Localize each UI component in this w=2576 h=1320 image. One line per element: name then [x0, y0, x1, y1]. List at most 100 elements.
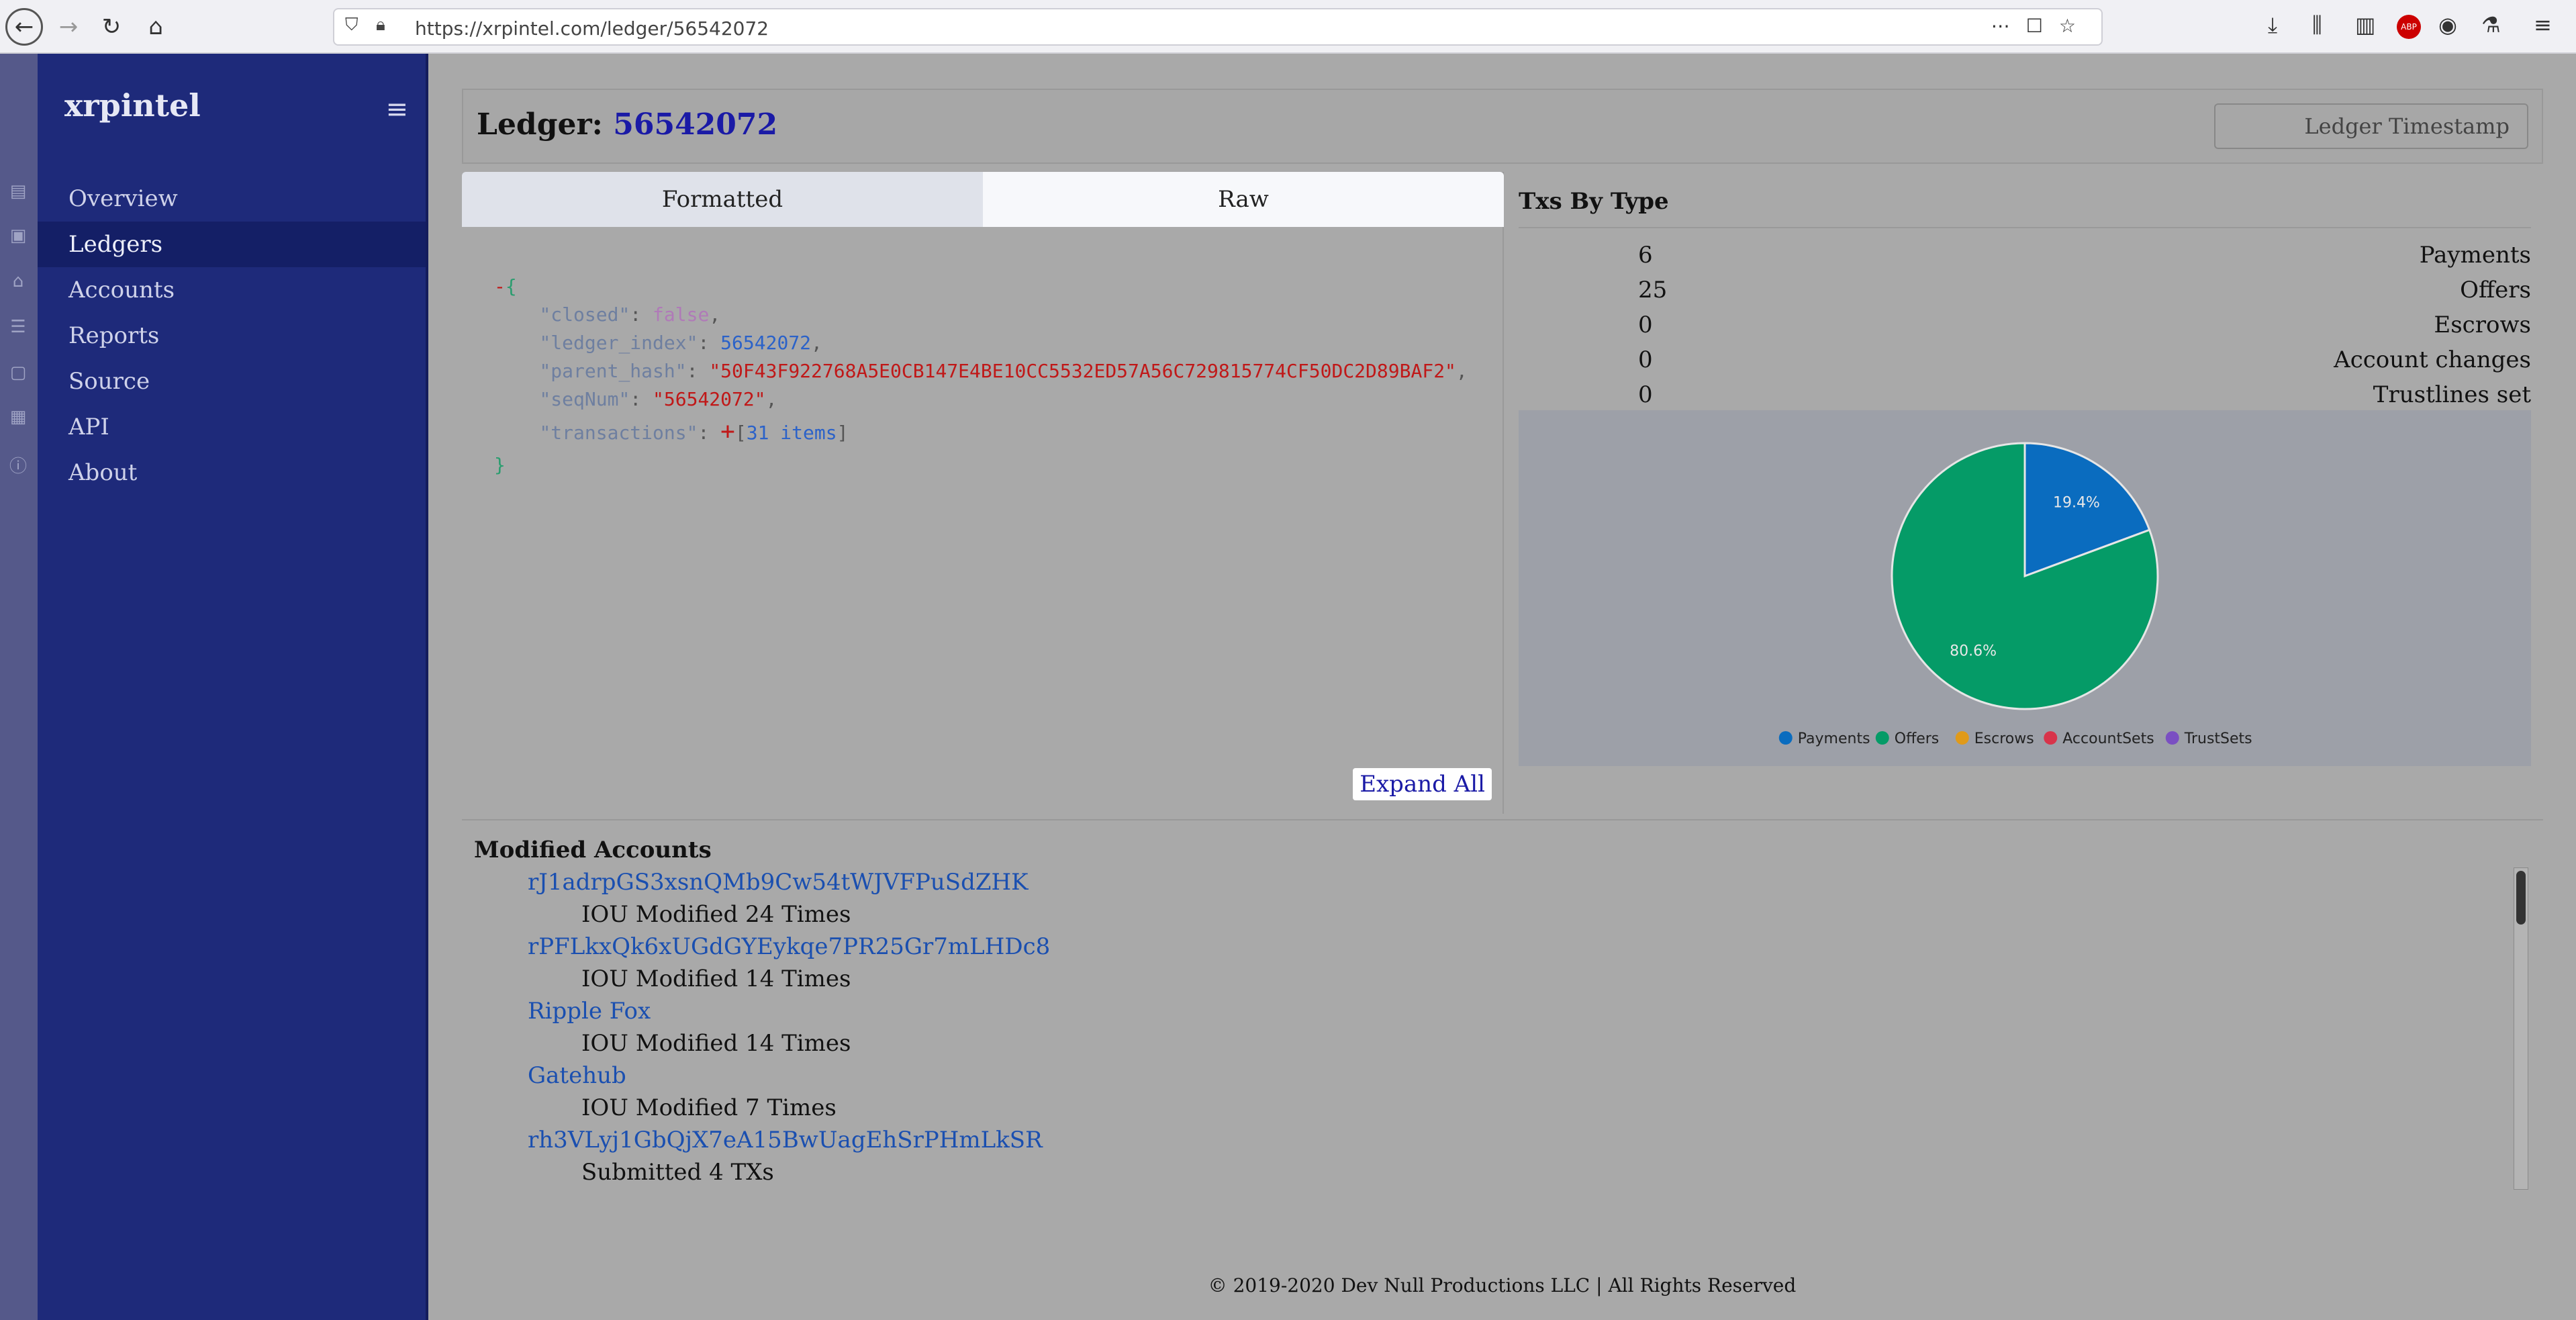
ledger-number: 56542072 [613, 107, 778, 142]
account-link[interactable]: rPFLkxQk6xUGdGYEykqe7PR25Gr7mLHDc8 [528, 931, 2273, 963]
sidebar-item-about[interactable]: About [38, 450, 426, 496]
legend-label: AccountSets [2062, 730, 2154, 747]
legend-swatch [2044, 731, 2058, 745]
home-icon[interactable]: ⌂ [138, 9, 173, 44]
account-icon[interactable]: ◉ [2438, 12, 2457, 38]
txs-title: Txs By Type [1519, 188, 1669, 215]
pie-slice-label: 80.6% [1950, 643, 1997, 660]
json-value: false [653, 303, 710, 326]
tab-raw[interactable]: Raw [983, 172, 1504, 227]
ledger-timestamp-button[interactable]: Ledger Timestamp [2214, 103, 2528, 149]
account-detail: IOU Modified 14 Times [581, 1030, 851, 1057]
account-detail: IOU Modified 7 Times [581, 1094, 837, 1121]
hamburger-icon[interactable]: ≡ [385, 94, 408, 125]
txs-row: 6 Payments [1519, 236, 2531, 271]
icon-rail: ▤ ▣ ⌂ ☰ ▢ ▦ ⓘ [0, 54, 38, 1320]
download-icon[interactable]: ⤓ [2268, 12, 2277, 38]
reload-icon[interactable]: ↻ [94, 9, 129, 44]
adblock-icon[interactable]: ABP [2397, 15, 2421, 39]
clipboard-icon[interactable]: ▣ [8, 226, 28, 246]
account-detail: IOU Modified 24 Times [581, 901, 851, 928]
collapse-toggle[interactable]: - [494, 275, 506, 297]
legend-label: Escrows [1974, 730, 2034, 747]
account-link[interactable]: Ripple Fox [528, 995, 2273, 1027]
legend-swatch [1778, 731, 1793, 745]
sidebar-item-accounts[interactable]: Accounts [38, 267, 426, 313]
legend-item-payments[interactable]: Payments [1778, 730, 1870, 747]
url-text[interactable]: https://xrpintel.com/ledger/56542072 [415, 17, 769, 40]
txs-count: 0 [1638, 346, 1653, 373]
sidebar-item-ledgers[interactable]: Ledgers [38, 222, 426, 267]
txs-table: 6 Payments 25 Offers 0 Escrows 0 Account… [1519, 236, 2531, 411]
code-icon[interactable]: ▢ [8, 363, 28, 383]
legend-label: Offers [1895, 730, 1940, 747]
back-arrow-icon[interactable]: ← [5, 8, 43, 46]
browser-toolbar: ← → ↻ ⌂ ⛉ 🔒︎ https://xrpintel.com/ledger… [0, 0, 2576, 54]
account-detail: Submitted 4 TXs [581, 1159, 774, 1186]
txs-row: 0 Trustlines set [1519, 376, 2531, 411]
list-icon[interactable]: ☰ [8, 317, 28, 337]
url-bar[interactable]: ⛉ 🔒︎ https://xrpintel.com/ledger/5654207… [333, 8, 2103, 46]
txs-count: 6 [1638, 242, 1653, 269]
json-key: "parent_hash" [539, 360, 687, 382]
sidebar-item-overview[interactable]: Overview [38, 176, 426, 222]
txs-label: Trustlines set [2373, 381, 2531, 408]
txs-label: Offers [2460, 277, 2531, 303]
lock-icon[interactable]: 🔒︎ [376, 15, 385, 36]
sidebar: xrpintel ≡ Overview Ledgers Accounts Rep… [38, 54, 428, 1320]
chart-icon[interactable]: ▤ [8, 181, 28, 201]
pie-chart-svg: 19.4% 80.6% Payments Offers Escrows AccountSe… [1778, 442, 2252, 747]
sidebar-item-reports[interactable]: Reports [38, 313, 426, 359]
txs-label: Account changes [2334, 346, 2531, 373]
txs-row: 25 Offers [1519, 271, 2531, 306]
json-key: "closed" [539, 303, 630, 326]
page-title: Ledger: 56542072 [477, 107, 777, 142]
legend-label: TrustSets [2184, 730, 2252, 747]
pie-chart: 19.4% 80.6% Payments Offers Escrows AccountSe… [1519, 410, 2531, 766]
expand-toggle[interactable]: + [720, 418, 735, 445]
forward-arrow-icon[interactable]: → [51, 9, 86, 44]
brand-logo[interactable]: xrpintel [64, 87, 201, 124]
sidebar-item-source[interactable]: Source [38, 359, 426, 404]
info-icon[interactable]: ⓘ [8, 453, 28, 477]
modified-accounts-title: Modified Accounts [474, 837, 712, 863]
legend-swatch [1955, 731, 1969, 745]
account-link[interactable]: rAAZnDKVoPnVoYUCWMeoZmWoHTtzG4ZE [528, 1188, 2273, 1195]
menu-icon[interactable]: ≡ [2534, 12, 2552, 38]
page-actions-icons[interactable]: ⋯☐☆ [1991, 15, 2092, 37]
flask-icon[interactable]: ⚗ [2481, 12, 2501, 38]
scrollbar-thumb[interactable] [2516, 871, 2526, 925]
txs-count: 0 [1638, 312, 1653, 338]
account-link[interactable]: rh3VLyj1GbQjX7eA15BwUagEhSrPHmLkSR [528, 1124, 2273, 1156]
expand-all-button[interactable]: Expand All [1353, 768, 1492, 800]
shield-icon[interactable]: ⛉ [345, 15, 359, 36]
txs-by-type-panel: Txs By Type 6 Payments 25 Offers 0 Escro… [1516, 172, 2543, 808]
library-icon[interactable]: ⫼ [2312, 12, 2322, 38]
account-link[interactable]: Gatehub [528, 1059, 2273, 1092]
main-content: Ledger: 56542072 Ledger Timestamp Format… [428, 54, 2576, 1320]
json-items-count[interactable]: 31 items [747, 422, 837, 444]
json-viewer: -{ "closed": false, "ledger_index": 5654… [494, 275, 1468, 476]
account-detail: IOU Modified 14 Times [581, 965, 851, 992]
sidebar-nav: Overview Ledgers Accounts Reports Source… [38, 176, 426, 496]
txs-row: 0 Account changes [1519, 341, 2531, 376]
bank-icon[interactable]: ⌂ [8, 271, 28, 291]
txs-row: 0 Escrows [1519, 306, 2531, 341]
legend-item-trustsets[interactable]: TrustSets [2165, 730, 2252, 747]
legend-swatch [1875, 731, 1889, 745]
tab-formatted[interactable]: Formatted [462, 172, 983, 227]
grid-icon[interactable]: ▦ [8, 407, 28, 427]
modified-accounts-panel: Modified Accounts rJ1adrpGS3xsnQMb9Cw54t… [462, 819, 2543, 1233]
sidebar-toggle-icon[interactable]: ▥ [2355, 12, 2375, 38]
json-value: "50F43F922768A5E0CB147E4BE10CC5532ED57A5… [709, 360, 1456, 382]
legend-item-offers[interactable]: Offers [1875, 730, 1940, 747]
scrollbar[interactable] [2514, 867, 2528, 1190]
account-link[interactable]: rJ1adrpGS3xsnQMb9Cw54tWJVFPuSdZHK [528, 866, 2273, 898]
legend-item-escrows[interactable]: Escrows [1955, 730, 2034, 747]
sidebar-item-api[interactable]: API [38, 404, 426, 450]
json-value: "56542072" [653, 388, 766, 410]
json-key: "transactions" [539, 422, 698, 444]
pie-slice-label: 19.4% [2053, 494, 2100, 511]
legend-item-accountsets[interactable]: AccountSets [2044, 730, 2154, 747]
txs-count: 0 [1638, 381, 1653, 408]
